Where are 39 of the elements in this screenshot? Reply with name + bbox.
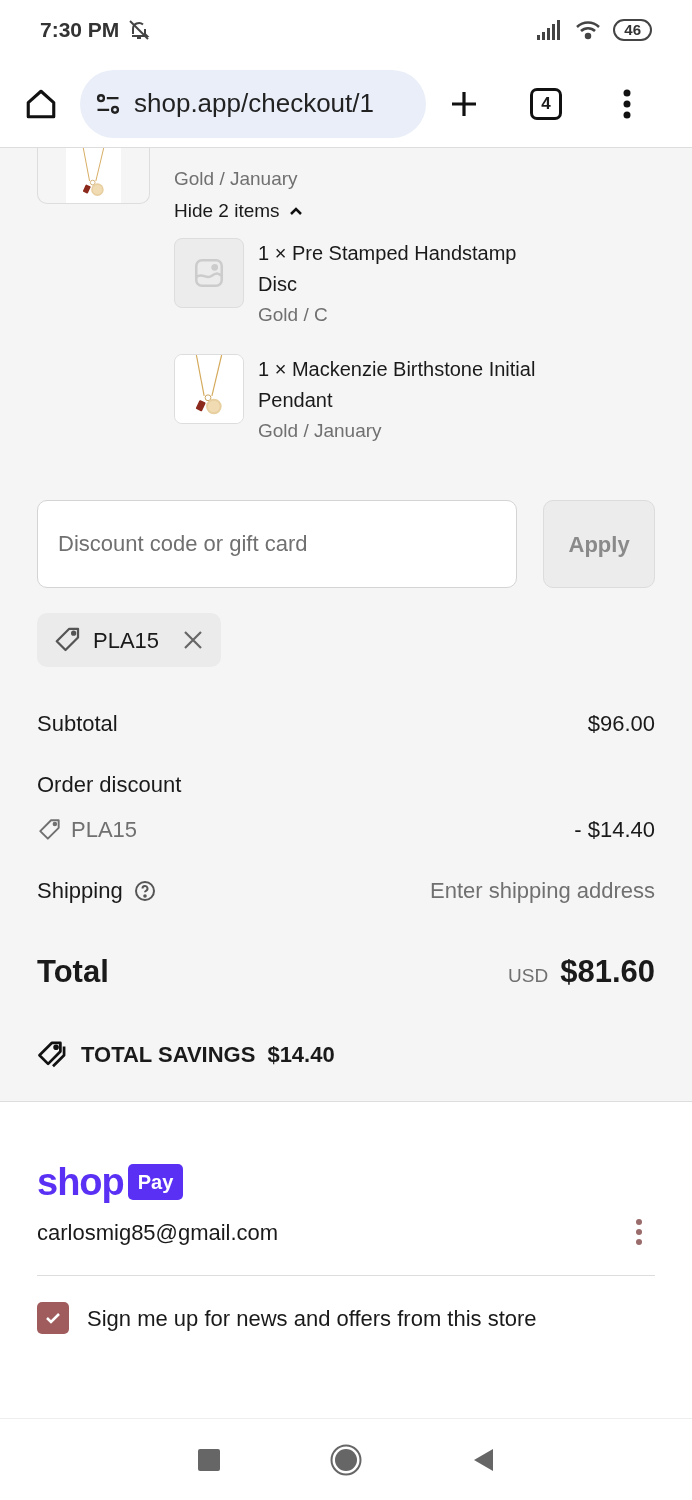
status-time: 7:30 PM (40, 17, 120, 44)
newsletter-checkbox[interactable] (37, 1302, 69, 1334)
battery-indicator: 46 (613, 19, 652, 41)
total-label: Total (37, 953, 109, 991)
shipping-label: Shipping (37, 877, 123, 905)
shipping-value: Enter shipping address (429, 877, 655, 905)
item-variant: Gold / January (258, 419, 383, 443)
item-title: 1 × Pre Stamped Handstamp Disc (258, 241, 518, 297)
item-variant: Gold / C (258, 303, 329, 327)
muted-bell-icon (127, 18, 152, 42)
savings-value: $14.40 (267, 1040, 335, 1069)
product-variant: Gold / January (174, 167, 299, 191)
currency-code: USD (508, 964, 549, 988)
address-bar[interactable]: shop.app/checkout/1 (80, 69, 426, 138)
url-text: shop.app/checkout/1 (134, 87, 374, 120)
back-icon[interactable] (472, 1447, 494, 1472)
account-email: carlosmig85@gmail.com (37, 1218, 279, 1247)
subtotal-label: Subtotal (37, 710, 118, 738)
tag-icon (37, 816, 63, 843)
image-icon (192, 256, 226, 290)
discount-field[interactable]: Discount code or gift card (37, 500, 518, 588)
total-value: $81.60 (560, 953, 655, 991)
hide-items-toggle[interactable]: Hide 2 items (174, 194, 304, 228)
more-icon[interactable] (635, 1218, 643, 1246)
home-button-icon[interactable] (330, 1443, 362, 1476)
help-icon[interactable] (132, 878, 157, 903)
subtotal-value: $96.00 (587, 710, 655, 738)
menu-icon[interactable] (622, 88, 632, 119)
discount-code: PLA15 (93, 626, 160, 655)
newsletter-label: Sign me up for news and offers from this store (87, 1304, 537, 1333)
shop-pay-logo: shop Pay (37, 1161, 184, 1202)
wifi-icon (575, 20, 602, 40)
order-discount-label: Order discount (37, 771, 182, 799)
discount-amount: - $14.40 (574, 816, 655, 844)
tab-count-button[interactable]: 4 (530, 87, 562, 120)
discount-code: PLA15 (71, 816, 138, 844)
savings-label: TOTAL SAVINGS (81, 1040, 256, 1069)
recents-icon[interactable] (198, 1448, 220, 1471)
item-title: 1 × Mackenzie Birthstone Initial Pendant (258, 357, 537, 413)
